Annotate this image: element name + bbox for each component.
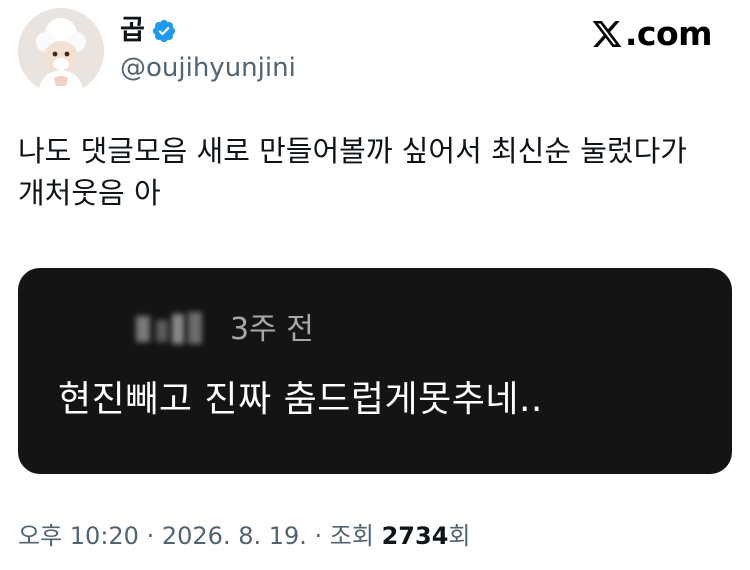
- avatar-image: [18, 8, 104, 94]
- tweet-metadata: 오후 10:20 · 2026. 8. 19. · 조회 2734회: [18, 520, 470, 552]
- x-logo: .com: [590, 14, 713, 54]
- x-logo-text: .com: [624, 14, 713, 53]
- display-name-text: 곱: [120, 15, 145, 46]
- views-count: 2734: [381, 522, 449, 550]
- tweet-time[interactable]: 오후 10:20: [18, 522, 139, 550]
- views-suffix: 회: [448, 522, 471, 550]
- tweet-card: 곱 @oujihyunjini .com 나도 댓글모음 새로 만들어볼까 싶어…: [0, 0, 750, 570]
- tweet-date[interactable]: 2026. 8. 19.: [162, 522, 307, 550]
- verified-badge-icon: [152, 19, 175, 43]
- views-label: 조회: [329, 522, 382, 550]
- meta-separator: ·: [146, 522, 162, 550]
- tweet-media-image[interactable]: 3주 전 현진빼고 진짜 춤드럽게못추네..: [18, 268, 732, 474]
- meta-separator: ·: [314, 522, 330, 550]
- avatar[interactable]: [18, 8, 104, 94]
- x-brand-icon: [592, 21, 622, 47]
- blurred-comment-author: [130, 310, 208, 350]
- comment-text: 현진빼고 진짜 춤드럽게못추네..: [58, 379, 543, 420]
- display-name[interactable]: 곱: [120, 14, 177, 48]
- comment-time: 3주 전: [230, 312, 314, 347]
- username-handle[interactable]: @oujihyunjini: [120, 52, 296, 84]
- tweet-text: 나도 댓글모음 새로 만들어볼까 싶어서 최신순 눌렀다가 개처웃음 아: [18, 134, 687, 210]
